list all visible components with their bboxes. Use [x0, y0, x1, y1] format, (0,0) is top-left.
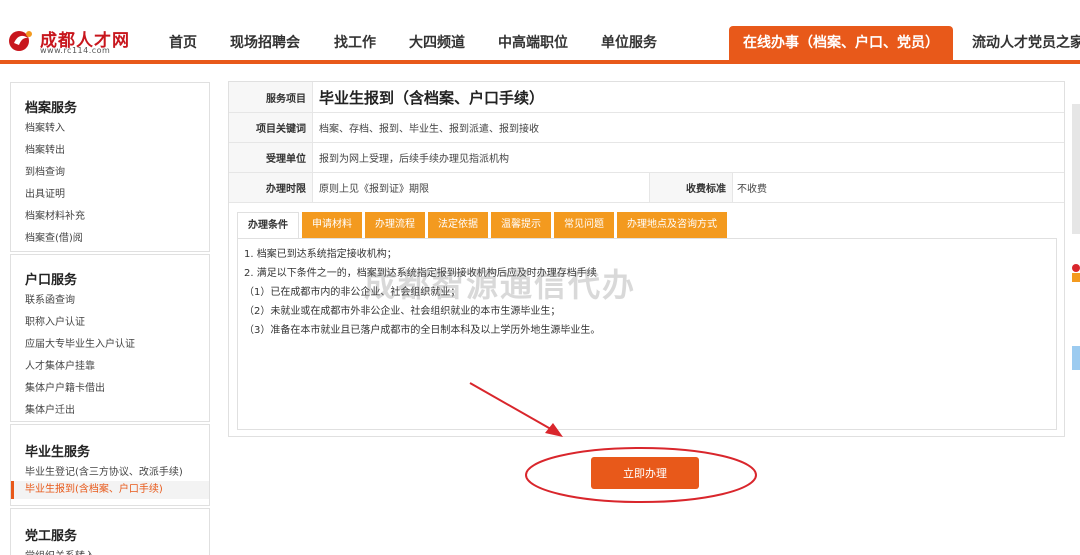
- nav-find-job[interactable]: 找工作: [334, 26, 376, 60]
- info-row-service: 服务项目 毕业生报到（含档案、户口手续）: [229, 82, 1064, 113]
- right-float-tab[interactable]: [1072, 346, 1080, 370]
- sidebar-item-graduate-hukou[interactable]: 应届大专毕业生入户认证: [25, 335, 135, 350]
- sidebar-item-hukou-card-lend[interactable]: 集体户户籍卡借出: [25, 379, 105, 394]
- sidebar: 档案服务 档案转入 档案转出 到档查询 出具证明 档案材料补充 档案查(借)阅 …: [10, 82, 210, 555]
- service-detail-panel: 服务项目 毕业生报到（含档案、户口手续） 项目关键词 档案、存档、报到、毕业生、…: [228, 81, 1065, 437]
- sidebar-section-party: 党工服务 党组织关系转入: [10, 508, 210, 555]
- sidebar-item-archive-query[interactable]: 到档查询: [25, 163, 65, 178]
- site-header: 成都人才网 www.rc114.com 首页 现场招聘会 找工作 大四频道 中高…: [0, 0, 1080, 60]
- sidebar-section-hukou: 户口服务 联系函查询 职称入户认证 应届大专毕业生入户认证 人才集体户挂靠 集体…: [10, 254, 210, 422]
- sidebar-section-archive: 档案服务 档案转入 档案转出 到档查询 出具证明 档案材料补充 档案查(借)阅: [10, 82, 210, 252]
- detail-tabs: 办理条件 申请材料 办理流程 法定依据 温馨提示 常见问题 办理地点及咨询方式: [237, 212, 727, 238]
- tab-content: 1. 档案已到达系统指定接收机构； 2. 满足以下条件之一的，档案到达系统指定报…: [237, 238, 1057, 430]
- sidebar-item-collective-hukou[interactable]: 人才集体户挂靠: [25, 357, 95, 372]
- main-nav: 首页 现场招聘会 找工作 大四频道 中高端职位 单位服务 在线办事（档案、户口、…: [150, 26, 1080, 60]
- logo-mark-icon: [9, 31, 32, 51]
- info-label: 项目关键词: [229, 113, 313, 142]
- nav-employer-services[interactable]: 单位服务: [601, 26, 657, 60]
- header-divider: [0, 60, 1080, 64]
- nav-senior-positions[interactable]: 中高端职位: [498, 26, 568, 60]
- fee-value: 不收费: [737, 184, 767, 195]
- apply-now-button[interactable]: 立即办理: [591, 457, 699, 489]
- sidebar-section-title: 档案服务: [25, 101, 78, 116]
- sidebar-item-graduate-register[interactable]: 毕业生登记(含三方协议、改派手续): [25, 463, 183, 478]
- sidebar-item-archive-borrow[interactable]: 档案查(借)阅: [25, 229, 83, 244]
- sidebar-item-archive-in[interactable]: 档案转入: [25, 119, 65, 134]
- nav-online-services[interactable]: 在线办事（档案、户口、党员）: [729, 26, 953, 60]
- content-line: （2）未就业或在成都市外非公企业、社会组织就业的本市生源毕业生；: [244, 306, 561, 317]
- sidebar-section-graduate: 毕业生服务 毕业生登记(含三方协议、改派手续) 毕业生报到(含档案、户口手续): [10, 424, 210, 506]
- info-value: 档案、存档、报到、毕业生、报到派遣、报到接收: [319, 124, 539, 135]
- content-line: 1. 档案已到达系统指定接收机构；: [244, 249, 397, 260]
- site-logo[interactable]: 成都人才网 www.rc114.com: [8, 22, 148, 56]
- sidebar-item-party-transfer[interactable]: 党组织关系转入: [25, 547, 95, 555]
- content-line: （1）已在成都市内的非公企业、社会组织就业；: [244, 287, 461, 298]
- right-scroll-track[interactable]: [1072, 104, 1080, 234]
- info-label: 办理时限: [229, 173, 313, 202]
- tab-process[interactable]: 办理流程: [365, 212, 425, 238]
- logo-url: www.rc114.com: [40, 46, 111, 55]
- sidebar-item-archive-out[interactable]: 档案转出: [25, 141, 65, 156]
- tab-legal-basis[interactable]: 法定依据: [428, 212, 488, 238]
- sidebar-item-hukou-move-out[interactable]: 集体户迁出: [25, 401, 75, 416]
- info-row-keywords: 项目关键词 档案、存档、报到、毕业生、报到派遣、报到接收: [229, 113, 1064, 143]
- sidebar-section-title: 党工服务: [25, 529, 78, 544]
- sidebar-item-archive-supplement[interactable]: 档案材料补充: [25, 207, 85, 222]
- info-value: 原则上见《报到证》期限: [319, 184, 429, 195]
- tab-tips[interactable]: 温馨提示: [491, 212, 551, 238]
- side-float-icon[interactable]: [1068, 262, 1080, 284]
- tab-conditions[interactable]: 办理条件: [237, 212, 299, 238]
- tab-location-contact[interactable]: 办理地点及咨询方式: [617, 212, 727, 238]
- sidebar-item-certificate[interactable]: 出具证明: [25, 185, 65, 200]
- info-row-unit: 受理单位 报到为网上受理，后续手续办理见指派机构: [229, 143, 1064, 173]
- sidebar-item-graduate-report[interactable]: 毕业生报到(含档案、户口手续): [11, 481, 209, 499]
- service-title: 毕业生报到（含档案、户口手续）: [319, 88, 545, 107]
- sidebar-item-title-hukou[interactable]: 职称入户认证: [25, 313, 85, 328]
- nav-home[interactable]: 首页: [169, 26, 197, 60]
- nav-job-fair[interactable]: 现场招聘会: [230, 26, 300, 60]
- fee-label: 收费标准: [649, 173, 733, 202]
- info-row-time-limit: 办理时限 原则上见《报到证》期限 收费标准 不收费: [229, 173, 1064, 203]
- content-line: 2. 满足以下条件之一的，档案到达系统指定报到接收机构后应及时办理存档手续: [244, 268, 597, 279]
- tab-faq[interactable]: 常见问题: [554, 212, 614, 238]
- info-label: 服务项目: [229, 82, 313, 112]
- sidebar-item-letter-query[interactable]: 联系函查询: [25, 291, 75, 306]
- tab-materials[interactable]: 申请材料: [302, 212, 362, 238]
- nav-party-member-home[interactable]: 流动人才党员之家: [972, 26, 1080, 60]
- info-value: 报到为网上受理，后续手续办理见指派机构: [319, 154, 509, 165]
- nav-senior-channel[interactable]: 大四频道: [409, 26, 465, 60]
- info-label: 受理单位: [229, 143, 313, 172]
- content-line: （3）准备在本市就业且已落户成都市的全日制本科及以上学历外地生源毕业生。: [244, 325, 601, 336]
- sidebar-section-title: 毕业生服务: [25, 445, 91, 460]
- sidebar-section-title: 户口服务: [25, 273, 78, 288]
